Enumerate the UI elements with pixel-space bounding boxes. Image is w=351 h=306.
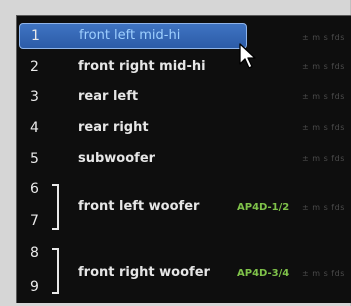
channel-number: 2: [30, 59, 39, 75]
channel-label: front right mid-hi: [78, 59, 206, 74]
channel-row-4[interactable]: 4 rear right ± m s fds: [17, 114, 351, 142]
channel-list-panel: 1 front left mid-hi 2 front right mid-hi…: [16, 15, 351, 303]
channel-number: 5: [30, 151, 39, 167]
channel-group-8-9[interactable]: 8 9 front right woofer AP4D-3/4 ± m s fd…: [17, 244, 351, 303]
channel-settings-hint: ± m s fds: [302, 33, 345, 42]
channel-row-2[interactable]: 2 front right mid-hi ± m s fds: [17, 53, 351, 81]
channel-group-6-7[interactable]: 6 7 front left woofer AP4D-1/2 ± m s fds: [17, 180, 351, 240]
channel-row-1[interactable]: 1 front left mid-hi: [19, 23, 247, 49]
channel-number: 3: [30, 89, 39, 105]
bridge-bracket: [52, 248, 59, 294]
channel-settings-hint: ± m s fds: [302, 92, 345, 101]
arrow-pointer-icon: [239, 43, 256, 69]
channel-number: 6: [30, 181, 39, 197]
channel-settings-hint: ± m s fds: [302, 269, 345, 278]
channel-label: front right woofer: [78, 265, 210, 280]
channel-number: 4: [30, 120, 39, 136]
bridge-bracket: [52, 184, 59, 230]
channel-number: 9: [30, 279, 39, 295]
amp-assignment-tag: AP4D-1/2: [237, 202, 290, 213]
channel-row-3[interactable]: 3 rear left ± m s fds: [17, 83, 351, 111]
channel-row-5[interactable]: 5 subwoofer ± m s fds: [17, 145, 351, 173]
window-frame: 1 front left mid-hi 2 front right mid-hi…: [0, 0, 351, 306]
channel-number: 1: [31, 28, 40, 44]
channel-settings-hint: ± m s fds: [302, 123, 345, 132]
channel-label: subwoofer: [78, 151, 156, 166]
channel-label: front left woofer: [78, 199, 200, 214]
channel-number: 8: [30, 245, 39, 261]
amp-assignment-tag: AP4D-3/4: [237, 268, 290, 279]
channel-label: rear right: [78, 120, 149, 135]
channel-settings-hint: ± m s fds: [302, 203, 345, 212]
channel-label: rear left: [78, 89, 139, 104]
channel-label: front left mid-hi: [79, 28, 181, 43]
channel-settings-hint: ± m s fds: [302, 154, 345, 163]
channel-settings-hint: ± m s fds: [302, 62, 345, 71]
channel-number: 7: [30, 213, 39, 229]
